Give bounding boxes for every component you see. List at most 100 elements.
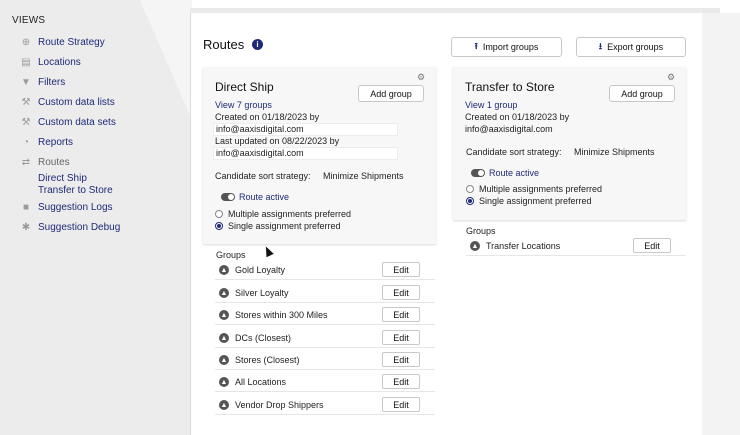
group-name: Silver Loyalty bbox=[235, 288, 289, 298]
route-active-label: Route active bbox=[239, 192, 290, 202]
sidebar-item-filters[interactable]: ▼ Filters bbox=[20, 74, 65, 90]
log-icon: ■ bbox=[22, 201, 30, 213]
route-active-toggle[interactable] bbox=[221, 193, 235, 201]
edit-group-button[interactable]: Edit bbox=[382, 307, 420, 322]
gear-icon[interactable]: ⚙ bbox=[667, 72, 675, 83]
group-name: All Locations bbox=[235, 377, 287, 387]
funnel-icon: ▼ bbox=[21, 76, 31, 88]
edit-group-button[interactable]: Edit bbox=[382, 397, 420, 412]
edit-group-button[interactable]: Edit bbox=[382, 330, 420, 345]
route-card-title: Transfer to Store bbox=[465, 80, 555, 94]
created-by-email: info@aaxisdigital.com bbox=[465, 124, 553, 134]
updated-by-email: info@aaxisdigital.com bbox=[216, 148, 304, 158]
info-icon[interactable]: i bbox=[252, 39, 263, 50]
import-groups-label: Import groups bbox=[482, 42, 539, 52]
add-group-button[interactable]: Add group bbox=[609, 85, 675, 102]
pie-chart-icon: ◔ bbox=[22, 136, 30, 148]
export-groups-label: Export groups bbox=[607, 42, 664, 52]
shuffle-icon: ⇄ bbox=[21, 156, 31, 168]
group-row: ▲ Transfer Locations Edit bbox=[466, 236, 686, 256]
export-groups-button[interactable]: ⭳ Export groups bbox=[576, 37, 686, 57]
group-row: ▲ Vendor Drop Shippers Edit bbox=[215, 395, 435, 415]
group-name: DCs (Closest) bbox=[235, 333, 292, 343]
sidebar-item-suggestion-logs[interactable]: ■ Suggestion Logs bbox=[20, 199, 113, 215]
sidebar-item-label: Custom data sets bbox=[38, 116, 116, 128]
arrow-up-circle-icon: ▲ bbox=[219, 400, 229, 410]
view-groups-link[interactable]: View 1 group bbox=[465, 100, 517, 110]
sidebar-decoration bbox=[140, 0, 192, 120]
globe-icon: ⊕ bbox=[21, 36, 31, 48]
route-card-title: Direct Ship bbox=[215, 80, 274, 94]
radio-multiple-assignments[interactable] bbox=[466, 185, 474, 193]
sidebar-subitem-transfer-to-store[interactable]: Transfer to Store bbox=[38, 185, 113, 196]
group-row: ▲ DCs (Closest) Edit bbox=[215, 328, 435, 348]
created-by-email: info@aaxisdigital.com bbox=[216, 124, 304, 134]
sort-strategy-label: Candidate sort strategy: bbox=[215, 171, 311, 181]
radio-single-label: Single assignment preferred bbox=[479, 196, 592, 206]
radio-single-label: Single assignment preferred bbox=[228, 221, 341, 231]
group-name: Stores within 300 Miles bbox=[235, 310, 328, 320]
sidebar-item-label: Custom data lists bbox=[38, 96, 115, 108]
sidebar-item-custom-data-sets[interactable]: ⚒ Custom data sets bbox=[20, 114, 116, 130]
sidebar-item-route-strategy[interactable]: ⊕ Route Strategy bbox=[20, 34, 105, 50]
sort-strategy-label: Candidate sort strategy: bbox=[466, 147, 562, 157]
arrow-up-circle-icon: ▲ bbox=[219, 265, 229, 275]
sidebar-item-label: Routes bbox=[38, 156, 70, 168]
route-active-toggle[interactable] bbox=[471, 169, 485, 177]
sidebar-item-label: Suggestion Debug bbox=[38, 221, 121, 233]
sidebar-item-label: Reports bbox=[38, 136, 74, 148]
sidebar-item-locations[interactable]: ▤ Locations bbox=[20, 54, 81, 70]
route-active-label: Route active bbox=[489, 168, 540, 178]
arrow-up-circle-icon: ▲ bbox=[219, 333, 229, 343]
sidebar-item-routes[interactable]: ⇄ Routes bbox=[20, 154, 70, 170]
sort-strategy-value: Minimize Shipments bbox=[574, 147, 655, 157]
arrow-up-circle-icon: ▲ bbox=[470, 241, 480, 251]
sidebar-item-label: Filters bbox=[38, 76, 66, 88]
bug-icon: ✱ bbox=[21, 221, 31, 233]
view-groups-link[interactable]: View 7 groups bbox=[215, 100, 272, 110]
sidebar-heading: VIEWS bbox=[12, 15, 46, 26]
import-groups-button[interactable]: ⭱ Import groups bbox=[451, 37, 562, 57]
arrow-up-circle-icon: ▲ bbox=[219, 288, 229, 298]
building-icon: ▤ bbox=[21, 56, 31, 68]
group-row: ▲ Stores within 300 Miles Edit bbox=[215, 305, 435, 325]
group-name: Vendor Drop Shippers bbox=[235, 400, 324, 410]
groups-label: Groups bbox=[466, 226, 496, 236]
gear-icon[interactable]: ⚙ bbox=[417, 72, 425, 83]
group-name: Gold Loyalty bbox=[235, 265, 286, 275]
groups-label: Groups bbox=[216, 250, 246, 260]
radio-single-assignment[interactable] bbox=[466, 197, 474, 205]
arrow-up-circle-icon: ▲ bbox=[219, 310, 229, 320]
group-name: Transfer Locations bbox=[486, 241, 561, 251]
edit-group-button[interactable]: Edit bbox=[633, 238, 671, 253]
group-row: ▲ Stores (Closest) Edit bbox=[215, 350, 435, 370]
group-row: ▲ Silver Loyalty Edit bbox=[215, 283, 435, 303]
sidebar-item-suggestion-debug[interactable]: ✱ Suggestion Debug bbox=[20, 219, 121, 235]
arrow-up-circle-icon: ▲ bbox=[219, 355, 229, 365]
updated-text: Last updated on 08/22/2023 by bbox=[215, 136, 340, 146]
upload-icon: ⭱ bbox=[474, 41, 478, 51]
sidebar-item-label: Route Strategy bbox=[38, 36, 105, 48]
download-icon: ⭳ bbox=[598, 41, 603, 51]
page-title: Routes bbox=[203, 37, 245, 52]
sidebar-item-custom-data-lists[interactable]: ⚒ Custom data lists bbox=[20, 94, 115, 110]
add-group-button[interactable]: Add group bbox=[358, 85, 424, 102]
sidebar-item-reports[interactable]: ◔ Reports bbox=[20, 134, 73, 150]
edit-group-button[interactable]: Edit bbox=[382, 285, 420, 300]
radio-multiple-label: Multiple assignments preferred bbox=[479, 184, 603, 194]
edit-group-button[interactable]: Edit bbox=[382, 374, 420, 389]
radio-multiple-assignments[interactable] bbox=[215, 210, 223, 218]
edit-group-button[interactable]: Edit bbox=[382, 352, 420, 367]
sidebar-item-label: Locations bbox=[38, 56, 81, 68]
wrench-icon: ⚒ bbox=[21, 96, 31, 108]
sidebar-subitem-direct-ship[interactable]: Direct Ship bbox=[38, 173, 87, 184]
sidebar-item-label: Suggestion Logs bbox=[38, 201, 113, 213]
radio-single-assignment[interactable] bbox=[215, 222, 223, 230]
group-row: ▲ All Locations Edit bbox=[215, 372, 435, 392]
wrench-icon: ⚒ bbox=[21, 116, 31, 128]
created-text: Created on 01/18/2023 by bbox=[215, 112, 320, 122]
right-gutter bbox=[702, 13, 740, 435]
group-row: ▲ Gold Loyalty Edit bbox=[215, 260, 435, 280]
sort-strategy-value: Minimize Shipments bbox=[323, 171, 404, 181]
edit-group-button[interactable]: Edit bbox=[382, 262, 420, 277]
